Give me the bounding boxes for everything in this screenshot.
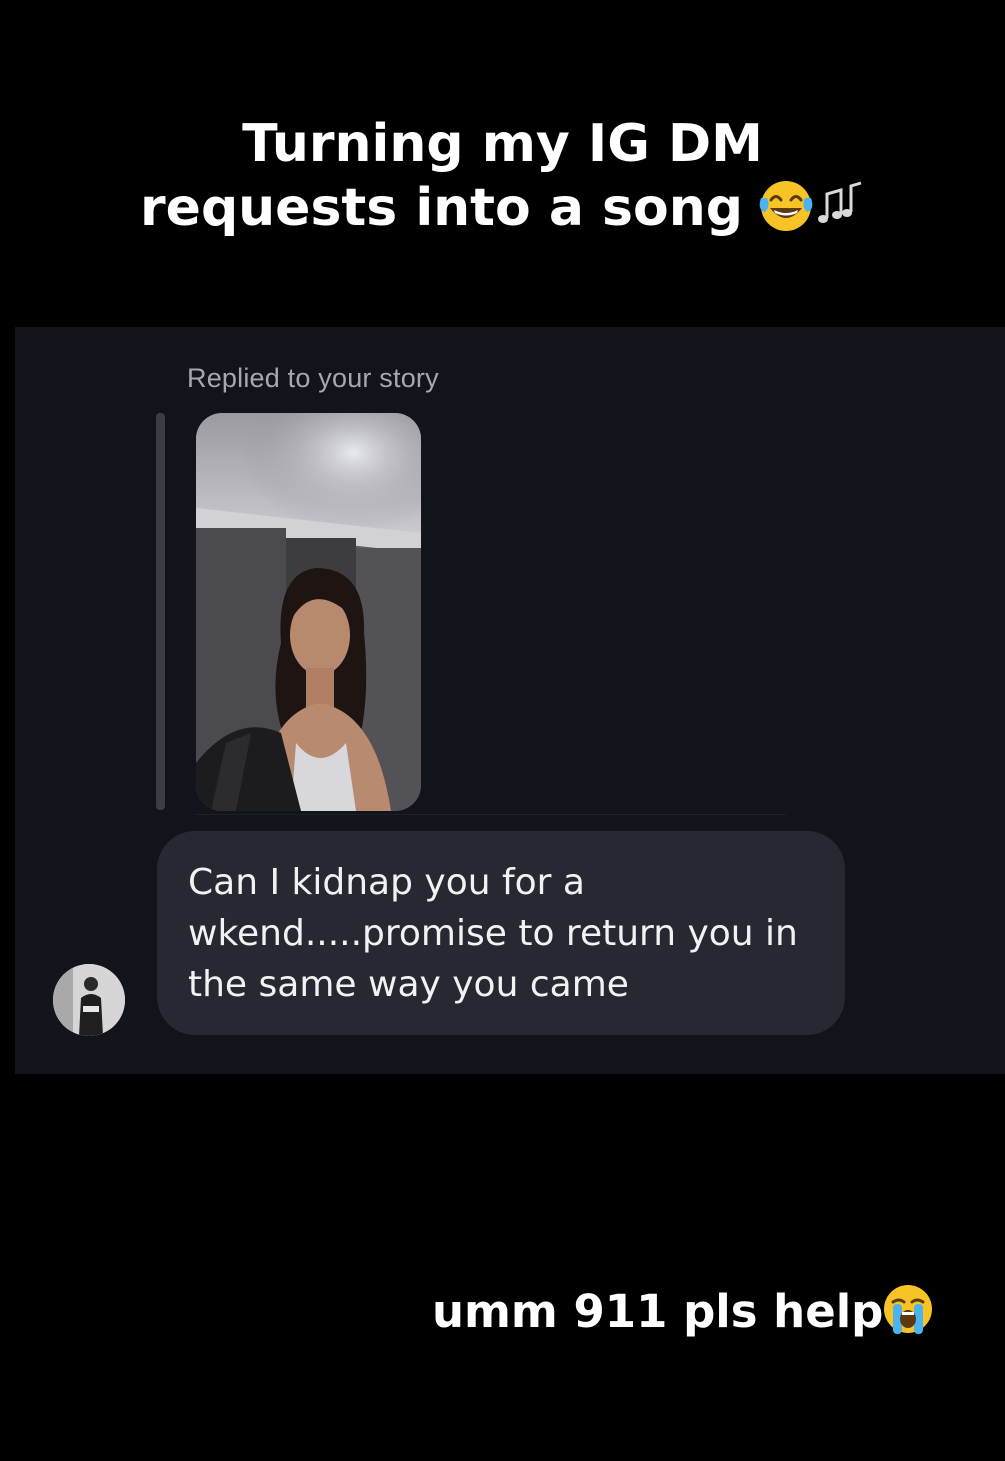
top-caption: Turning my IG DM requests into a song [0,112,1005,240]
message-divider [196,814,786,815]
message-line-1: Can I kidnap you for a [188,862,585,903]
crying-face-icon [881,1282,935,1336]
message-text: Can I kidnap you for a wkend.....promise… [188,857,819,1010]
top-caption-line-2-text: requests into a song [140,178,743,238]
bottom-caption-text: umm 911 pls help [432,1285,884,1338]
musical-notes-icon [815,176,865,234]
dm-panel: Replied to your story Can I kidnap you f… [15,327,1005,1074]
laughing-tears-emoji-icon [757,176,815,234]
message-line-2: wkend.....promise to return you in [188,913,798,954]
top-caption-line-1: Turning my IG DM [242,114,763,174]
reply-indicator-bar [156,413,165,810]
top-caption-line-2: requests into a song [0,176,1005,240]
message-line-3: the same way you came [188,964,629,1005]
message-bubble[interactable]: Can I kidnap you for a wkend.....promise… [157,831,845,1035]
bottom-caption: umm 911 pls help [432,1282,935,1342]
story-thumbnail[interactable] [196,413,421,811]
sender-avatar[interactable] [53,964,125,1036]
replied-to-story-label: Replied to your story [187,363,439,393]
